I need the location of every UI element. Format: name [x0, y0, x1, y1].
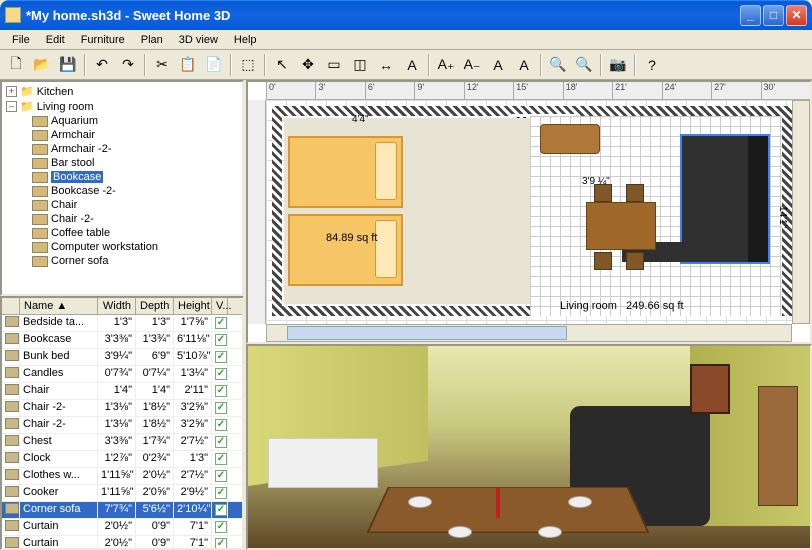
menu-file[interactable]: File	[4, 32, 38, 48]
furniture-sofa[interactable]	[680, 134, 770, 264]
menubar: FileEditFurniturePlan3D viewHelp	[0, 30, 812, 50]
table-row[interactable]: Bunk bed3'9¼"6'9"5'10⅞"✓	[2, 349, 242, 366]
col-height[interactable]: Height	[174, 298, 212, 314]
room-label: Living room 249.66 sq ft	[560, 300, 684, 312]
room-area: 84.89 sq ft	[326, 232, 377, 244]
col-visible[interactable]: V...	[212, 298, 228, 314]
zoom-in-icon[interactable]: 🔍	[546, 53, 570, 77]
table-row[interactable]: Chest3'3⅜"1'7¾"2'7½"✓	[2, 434, 242, 451]
furniture-table-3d	[366, 487, 649, 533]
paste-icon[interactable]: 📄	[202, 53, 226, 77]
furniture-door-3d	[758, 386, 798, 506]
table-row[interactable]: Chair -2-1'3⅛"1'8½"3'2⅝"✓	[2, 400, 242, 417]
pan-icon[interactable]: ✥	[296, 53, 320, 77]
help-icon[interactable]: ?	[640, 53, 664, 77]
furniture-radiator-3d	[268, 438, 378, 488]
table-row[interactable]: Curtain2'0½"0'9"7'1"✓	[2, 536, 242, 548]
col-depth[interactable]: Depth	[136, 298, 174, 314]
photo-icon[interactable]: 📷	[606, 53, 630, 77]
wall-icon[interactable]: ▭	[322, 53, 346, 77]
text-bold-icon[interactable]: A	[486, 53, 510, 77]
menu-edit[interactable]: Edit	[38, 32, 73, 48]
menu-plan[interactable]: Plan	[133, 32, 171, 48]
tree-item[interactable]: Aquarium	[4, 114, 240, 128]
furniture-candle-3d	[488, 478, 508, 518]
col-width[interactable]: Width	[98, 298, 136, 314]
dimension-label: 3'9 ¼"	[582, 176, 610, 187]
ruler-horizontal: 0'3'6'9'12'15'18'21'24'27'30'	[266, 82, 810, 100]
tree-item[interactable]: Armchair	[4, 128, 240, 142]
table-row[interactable]: Chair1'4"1'4"2'11"✓	[2, 383, 242, 400]
text-italic-icon[interactable]: A	[512, 53, 536, 77]
text-dec-icon[interactable]: A₋	[460, 53, 484, 77]
text-icon[interactable]: A	[400, 53, 424, 77]
tree-item[interactable]: Corner sofa	[4, 254, 240, 268]
table-row[interactable]: Cooker1'11⅝"2'0⅝"2'9½"✓	[2, 485, 242, 502]
tree-category[interactable]: +📁Kitchen	[4, 84, 240, 99]
toolbar: 🗋📂💾↶↷✂📋📄⬚↖✥▭◫↔AA₊A₋AA🔍🔍📷?	[0, 50, 812, 80]
furniture-picture-3d	[690, 364, 730, 414]
add-furniture-icon[interactable]: ⬚	[236, 53, 260, 77]
furniture-chair[interactable]	[594, 252, 612, 270]
dimension-icon[interactable]: ↔	[374, 53, 398, 77]
table-row[interactable]: Bedside ta...1'3"1'3"1'7⅝"✓	[2, 315, 242, 332]
titlebar: *My home.sh3d - Sweet Home 3D _ □ ✕	[0, 0, 812, 30]
tree-item[interactable]: Bar stool	[4, 156, 240, 170]
tree-item[interactable]: Armchair -2-	[4, 142, 240, 156]
tree-item[interactable]: Chair -2-	[4, 212, 240, 226]
furniture-bed[interactable]	[288, 214, 403, 286]
plan-view[interactable]: 0'3'6'9'12'15'18'21'24'27'30' My home	[246, 80, 812, 344]
window-title: *My home.sh3d - Sweet Home 3D	[26, 8, 740, 23]
minimize-button[interactable]: _	[740, 5, 761, 26]
table-row[interactable]: Curtain2'0½"0'9"7'1"✓	[2, 519, 242, 536]
dimension-label: 4'4"	[352, 114, 369, 125]
furniture-table[interactable]: Name ▲ Width Depth Height V... Bedside t…	[0, 296, 244, 550]
cut-icon[interactable]: ✂	[150, 53, 174, 77]
menu-furniture[interactable]: Furniture	[73, 32, 133, 48]
tree-item[interactable]: Computer workstation	[4, 240, 240, 254]
undo-icon[interactable]: ↶	[90, 53, 114, 77]
dimension-label: 14'1"	[777, 206, 788, 228]
close-button[interactable]: ✕	[786, 5, 807, 26]
room-icon[interactable]: ◫	[348, 53, 372, 77]
scrollbar-vertical[interactable]	[792, 100, 810, 324]
tree-item[interactable]: Bookcase -2-	[4, 184, 240, 198]
table-row[interactable]: Corner sofa7'7¾"5'6½"2'10¼"✓	[2, 502, 242, 519]
tree-item[interactable]: Bookcase	[4, 170, 240, 184]
furniture-table-plan[interactable]	[586, 202, 656, 250]
table-row[interactable]: Clock1'2⅞"0'2¾"1'3"✓	[2, 451, 242, 468]
plan-canvas[interactable]: My home 4'4" 3'9 ¼" 14'1" 84.89 sq ft	[266, 100, 792, 324]
menu-3d-view[interactable]: 3D view	[171, 32, 226, 48]
scrollbar-horizontal[interactable]	[266, 324, 792, 342]
furniture-desk[interactable]	[540, 124, 600, 154]
copy-icon[interactable]: 📋	[176, 53, 200, 77]
zoom-out-icon[interactable]: 🔍	[572, 53, 596, 77]
furniture-chair[interactable]	[626, 252, 644, 270]
tree-category[interactable]: –📁Living room	[4, 99, 240, 114]
open-icon[interactable]: 📂	[30, 53, 54, 77]
furniture-bed[interactable]	[288, 136, 403, 208]
3d-view[interactable]	[246, 344, 812, 550]
table-row[interactable]: Bookcase3'3⅜"1'3¾"6'11⅛"✓	[2, 332, 242, 349]
menu-help[interactable]: Help	[226, 32, 265, 48]
tree-item[interactable]: Chair	[4, 198, 240, 212]
redo-icon[interactable]: ↷	[116, 53, 140, 77]
text-inc-icon[interactable]: A₊	[434, 53, 458, 77]
furniture-chair[interactable]	[626, 184, 644, 202]
table-row[interactable]: Candles0'7¾"0'7¼"1'3¼"✓	[2, 366, 242, 383]
table-row[interactable]: Chair -2-1'3⅛"1'8½"3'2⅝"✓	[2, 417, 242, 434]
save-icon[interactable]: 💾	[56, 53, 80, 77]
maximize-button[interactable]: □	[763, 5, 784, 26]
select-icon[interactable]: ↖	[270, 53, 294, 77]
catalog-tree[interactable]: +📁Kitchen–📁Living roomAquariumArmchairAr…	[0, 80, 244, 296]
tree-item[interactable]: Coffee table	[4, 226, 240, 240]
table-row[interactable]: Clothes w...1'11⅝"2'0½"2'7½"✓	[2, 468, 242, 485]
new-icon[interactable]: 🗋	[4, 53, 28, 77]
col-name[interactable]: Name ▲	[20, 298, 98, 314]
app-icon	[5, 7, 21, 23]
ruler-vertical	[248, 100, 266, 324]
